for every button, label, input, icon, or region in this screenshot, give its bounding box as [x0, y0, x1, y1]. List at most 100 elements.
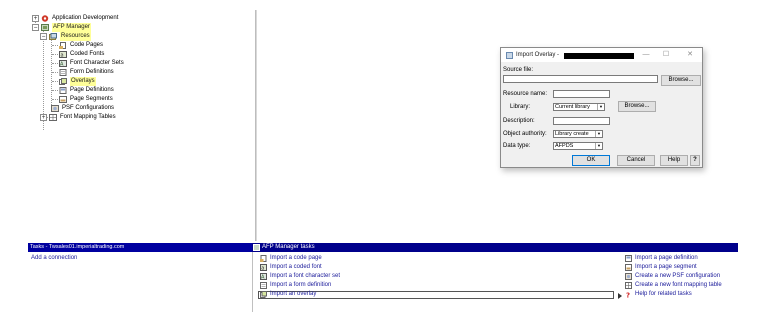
tree-item-coded-fonts[interactable]: a Coded Fonts [59, 50, 104, 59]
chevron-right-icon [618, 291, 622, 300]
import-form-definition-link[interactable]: Import a form definition [260, 281, 331, 290]
coded-fonts-icon: a [59, 51, 67, 59]
tree-item-resources[interactable]: − Resources [40, 32, 91, 41]
tasks-panel-title: Tasks - Twsales01.imperialtrading.com [28, 243, 252, 252]
tree-item-code-pages[interactable]: Code Pages [59, 41, 103, 50]
resource-name-input[interactable] [553, 90, 610, 98]
tree-item-label: Page Segments [70, 96, 113, 102]
app-window: + Application Development − AFP Manager … [0, 0, 768, 321]
afp-manager-icon [253, 244, 260, 251]
help-related-tasks-link[interactable]: ? Help for related tasks [625, 290, 692, 300]
add-connection-link[interactable]: Add a connection [31, 254, 77, 263]
tree-item-label: Application Development [52, 15, 119, 21]
font-mapping-table-icon [625, 282, 632, 289]
svg-text:?: ? [626, 292, 630, 299]
tree-item-label: Overlays [70, 77, 96, 86]
collapse-icon[interactable]: − [32, 24, 39, 31]
expand-icon[interactable]: + [40, 114, 47, 121]
font-mapping-tables-icon [49, 114, 57, 121]
panel-splitter[interactable] [255, 10, 257, 241]
task-link-label: Import a code page [270, 255, 322, 261]
task-link-label: Import a font character set [270, 273, 341, 279]
help-icon: ? [625, 291, 632, 300]
help-button[interactable]: Help [660, 155, 688, 166]
object-authority-value: Library create [555, 131, 589, 137]
whats-this-button[interactable]: ? [690, 155, 700, 166]
tree-item-page-segments[interactable]: Page Segments [59, 95, 113, 104]
tree-item-afp-manager[interactable]: − AFP Manager [32, 23, 91, 32]
library-select[interactable]: Current library ▼ [553, 103, 605, 111]
navigation-tree: + Application Development − AFP Manager … [30, 12, 255, 242]
task-link-label: Help for related tasks [635, 291, 692, 297]
tree-item-label: Font Character Sets [70, 60, 124, 66]
overlays-icon [59, 78, 67, 85]
object-authority-label: Object authority: [503, 131, 547, 137]
form-definition-icon [260, 282, 267, 289]
task-link-label: Create a new PSF configuration [635, 273, 721, 279]
import-coded-font-link[interactable]: a Import a coded font [260, 263, 322, 272]
svg-text:a: a [61, 53, 64, 59]
redacted-system-name [564, 53, 634, 59]
task-link-label: Create a new font mapping table [635, 282, 722, 288]
tree-item-page-definitions[interactable]: Page Definitions [59, 86, 114, 95]
tree-item-application-development[interactable]: + Application Development [32, 14, 118, 23]
import-code-page-link[interactable]: Import a code page [260, 254, 322, 263]
import-font-character-set-link[interactable]: A Import a font character set [260, 272, 340, 281]
expand-icon[interactable]: + [32, 15, 39, 22]
afp-manager-tasks-label: AFP Manager tasks [262, 244, 315, 250]
collapse-icon[interactable]: − [40, 33, 47, 40]
tree-item-label: Font Mapping Tables [60, 114, 116, 120]
resources-icon [49, 33, 57, 40]
panel-divider [252, 252, 253, 312]
dialog-title: Import Overlay - [516, 52, 560, 58]
import-page-segment-link[interactable]: Import a page segment [625, 263, 697, 272]
dialog-title-bar[interactable]: Import Overlay - — ☐ ✕ [501, 48, 702, 62]
chevron-down-icon: ▼ [595, 143, 602, 149]
code-page-icon [260, 255, 267, 262]
task-link-label: Import a page definition [635, 255, 698, 261]
font-character-sets-icon: A [59, 60, 67, 68]
chevron-down-icon: ▼ [597, 104, 604, 110]
close-button[interactable]: ✕ [684, 50, 696, 60]
description-label: Description: [503, 118, 535, 124]
library-label: Library: [510, 104, 531, 110]
tree-item-form-definitions[interactable]: Form Definitions [59, 68, 114, 77]
task-link-label: Import a page segment [635, 264, 697, 270]
object-authority-select[interactable]: Library create ▼ [553, 130, 603, 138]
create-psf-configuration-link[interactable]: Create a new PSF configuration [625, 272, 720, 281]
page-definitions-icon [59, 87, 67, 94]
font-character-set-icon: A [260, 273, 267, 281]
page-segment-icon [625, 264, 632, 271]
ok-button[interactable]: OK [572, 155, 610, 166]
tree-item-font-character-sets[interactable]: A Font Character Sets [59, 59, 124, 68]
data-type-label: Data type: [503, 143, 531, 149]
tree-item-psf-configurations[interactable]: PSF Configurations [51, 104, 114, 113]
description-input[interactable] [553, 117, 610, 125]
library-value: Current library [555, 104, 590, 110]
browse-source-button[interactable]: Browse... [661, 75, 701, 86]
maximize-button[interactable]: ☐ [660, 50, 672, 60]
task-link-label: Import an overlay [270, 291, 317, 297]
source-file-label: Source file: [503, 67, 534, 73]
svg-text:a: a [261, 266, 264, 272]
afp-manager-tasks-title: AFP Manager tasks [252, 243, 738, 252]
create-font-mapping-table-link[interactable]: Create a new font mapping table [625, 281, 722, 290]
task-link-label: Import a form definition [270, 282, 332, 288]
browse-library-button[interactable]: Browse... [618, 101, 656, 112]
import-page-definition-link[interactable]: Import a page definition [625, 254, 698, 263]
tree-item-font-mapping-tables[interactable]: + Font Mapping Tables [40, 113, 116, 122]
page-definition-icon [625, 255, 632, 262]
minimize-button[interactable]: — [640, 50, 652, 60]
cancel-button[interactable]: Cancel [617, 155, 655, 166]
tree-item-overlays[interactable]: Overlays [59, 77, 96, 86]
import-overlay-dialog: Import Overlay - — ☐ ✕ Source file: Brow… [500, 47, 703, 168]
tree-item-label: Resources [60, 32, 91, 41]
tree-item-label: Form Definitions [70, 69, 114, 75]
import-overlay-link[interactable]: Import an overlay [260, 290, 316, 299]
coded-font-icon: a [260, 264, 267, 272]
dialog-app-icon [506, 52, 513, 59]
data-type-select[interactable]: AFPDS ▼ [553, 142, 603, 150]
psf-configuration-icon [625, 273, 632, 280]
chevron-down-icon: ▼ [595, 131, 602, 137]
source-file-input[interactable] [503, 75, 658, 83]
